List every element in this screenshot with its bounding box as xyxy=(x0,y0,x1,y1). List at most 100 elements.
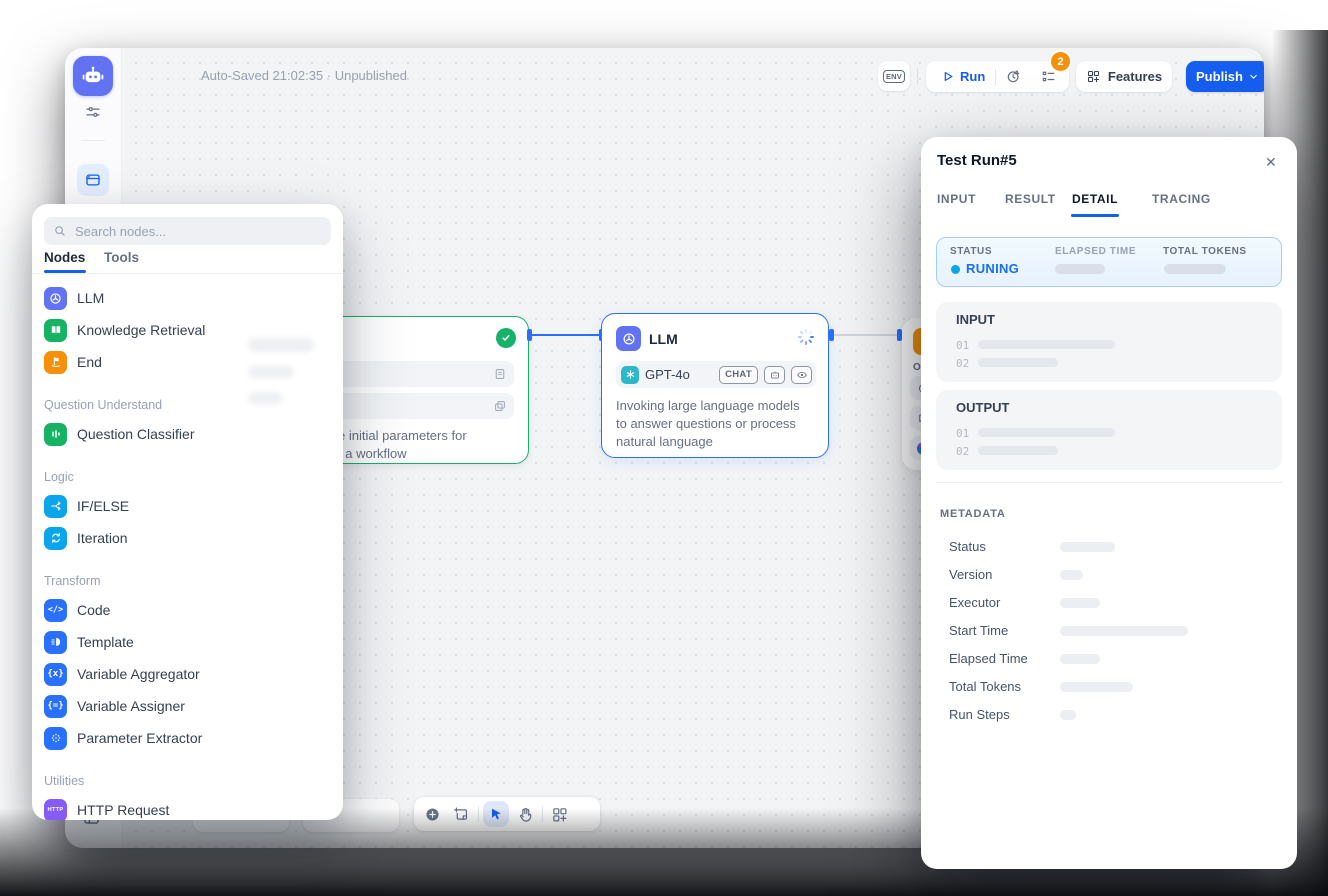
section-question-understand: Question Understand xyxy=(44,382,331,418)
node-item-http-request[interactable]: HTTP HTTP Request xyxy=(44,794,331,820)
node-item-parameter-extractor[interactable]: Parameter Extractor xyxy=(44,722,331,754)
edge-llm-end xyxy=(833,334,899,336)
run-button[interactable]: Run xyxy=(926,69,995,84)
env-icon: ENV xyxy=(883,70,905,83)
publish-button[interactable]: Publish xyxy=(1186,61,1264,92)
metadata-row: Executor xyxy=(921,589,1297,617)
edge-start-llm xyxy=(531,334,601,336)
gpt4o-model-icon xyxy=(621,366,639,384)
chat-mode-badge: CHAT xyxy=(719,366,758,384)
play-icon xyxy=(940,69,955,84)
question-classifier-icon xyxy=(44,423,67,446)
line-number: 01 xyxy=(956,339,969,352)
tab-result[interactable]: RESULT xyxy=(1005,192,1056,206)
knowledge-icon xyxy=(44,319,67,342)
node-item-code[interactable]: </> Code xyxy=(44,594,331,626)
http-request-icon: HTTP xyxy=(44,799,67,821)
tuning-sliders-icon[interactable] xyxy=(84,103,102,121)
status-card: STATUS ELAPSED TIME TOTAL TOKENS RUNING xyxy=(936,237,1282,287)
line-number: 02 xyxy=(956,445,969,458)
chat-mode-label: CHAT xyxy=(725,369,752,380)
node-item-end[interactable]: End xyxy=(44,346,331,378)
llm-icon xyxy=(44,287,67,310)
features-label: Features xyxy=(1108,69,1162,84)
metadata-list: Status Version Executor Start Time Elaps… xyxy=(921,533,1297,729)
variable-assigner-icon: {=} xyxy=(44,695,67,718)
template-icon xyxy=(44,631,67,654)
node-search xyxy=(44,217,331,245)
skeleton-line xyxy=(978,428,1115,437)
node-item-template[interactable]: Template xyxy=(44,626,331,658)
line-number: 01 xyxy=(956,427,969,440)
tab-detail[interactable]: DETAIL xyxy=(1072,192,1118,206)
metadata-row: Start Time xyxy=(921,617,1297,645)
search-input[interactable] xyxy=(73,223,307,240)
features-icon xyxy=(1086,69,1101,84)
metadata-label: Version xyxy=(949,567,992,582)
section-utilities: Utilities xyxy=(44,758,331,794)
status-value: RUNING xyxy=(966,261,1019,276)
llm-node-title: LLM xyxy=(649,331,678,347)
app-logo-robot-icon[interactable] xyxy=(73,56,113,96)
metadata-skeleton xyxy=(1060,654,1100,664)
run-label: Run xyxy=(960,69,985,84)
toolbar-divider xyxy=(917,68,918,84)
close-icon[interactable]: ✕ xyxy=(1261,152,1281,173)
metadata-skeleton xyxy=(1060,598,1100,608)
code-icon: </> xyxy=(44,599,67,622)
tab-input[interactable]: INPUT xyxy=(937,192,976,206)
input-card: INPUT 01 02 xyxy=(936,302,1282,382)
spinner-icon xyxy=(797,328,815,346)
running-status-dot xyxy=(951,265,960,274)
llm-node[interactable]: LLM GPT-4o CHAT xyxy=(601,313,829,458)
screenshot-stage: Auto-Saved 21:02:35 · Unpublished ENV Ru… xyxy=(0,0,1328,896)
run-history-icon[interactable] xyxy=(996,68,1031,85)
llm-model-selector[interactable]: GPT-4o CHAT xyxy=(616,361,816,388)
run-group: Run xyxy=(926,61,1069,92)
line-number: 02 xyxy=(956,357,969,370)
robot-capability-icon xyxy=(764,366,785,384)
sidebar-divider xyxy=(81,140,105,141)
tab-tools[interactable]: Tools xyxy=(104,250,139,265)
if-else-icon xyxy=(44,495,67,518)
chevron-down-icon xyxy=(1248,71,1259,82)
edge-handle[interactable] xyxy=(829,329,834,341)
node-item-knowledge-retrieval[interactable]: Knowledge Retrieval xyxy=(44,314,331,346)
node-item-llm[interactable]: LLM xyxy=(44,282,331,314)
node-item-variable-aggregator[interactable]: {x} Variable Aggregator xyxy=(44,658,331,690)
section-transform: Transform xyxy=(44,558,331,594)
metadata-label: Run Steps xyxy=(949,707,1010,722)
metadata-skeleton xyxy=(1060,626,1188,636)
tab-nodes[interactable]: Nodes xyxy=(44,250,85,265)
node-picker-panel: Nodes Tools LLM Knowledge Retrieval End … xyxy=(32,204,343,820)
vision-eye-icon xyxy=(791,366,812,384)
input-title: INPUT xyxy=(956,312,995,327)
output-card: OUTPUT 01 02 xyxy=(936,390,1282,470)
checklist-badge: 2 xyxy=(1051,52,1070,71)
tabs-divider xyxy=(32,273,343,274)
metadata-label: Start Time xyxy=(949,623,1008,638)
tab-tracing[interactable]: TRACING xyxy=(1152,192,1211,206)
edge-handle[interactable] xyxy=(527,329,532,341)
parameter-extractor-icon xyxy=(44,727,67,750)
status-label: STATUS xyxy=(950,246,992,257)
node-item-iteration[interactable]: Iteration xyxy=(44,522,331,554)
llm-model-name: GPT-4o xyxy=(645,367,713,382)
success-check-icon xyxy=(496,328,516,348)
test-run-panel: Test Run#5 ✕ INPUT RESULT DETAIL TRACING… xyxy=(921,137,1297,869)
preview-panel-icon[interactable] xyxy=(77,164,109,196)
env-button[interactable]: ENV xyxy=(878,61,910,91)
metadata-skeleton xyxy=(1060,710,1076,720)
skeleton-tokens xyxy=(1164,264,1226,274)
metadata-row: Elapsed Time xyxy=(921,645,1297,673)
elapsed-time-label: ELAPSED TIME xyxy=(1055,246,1136,257)
node-item-question-classifier[interactable]: Question Classifier xyxy=(44,418,331,450)
section-logic: Logic xyxy=(44,454,331,490)
node-item-variable-assigner[interactable]: {=} Variable Assigner xyxy=(44,690,331,722)
node-item-if-else[interactable]: IF/ELSE xyxy=(44,490,331,522)
metadata-title: METADATA xyxy=(940,508,1006,520)
metadata-skeleton xyxy=(1060,682,1133,692)
features-button[interactable]: Features xyxy=(1076,61,1172,92)
metadata-skeleton xyxy=(1060,570,1083,580)
metadata-row: Total Tokens xyxy=(921,673,1297,701)
